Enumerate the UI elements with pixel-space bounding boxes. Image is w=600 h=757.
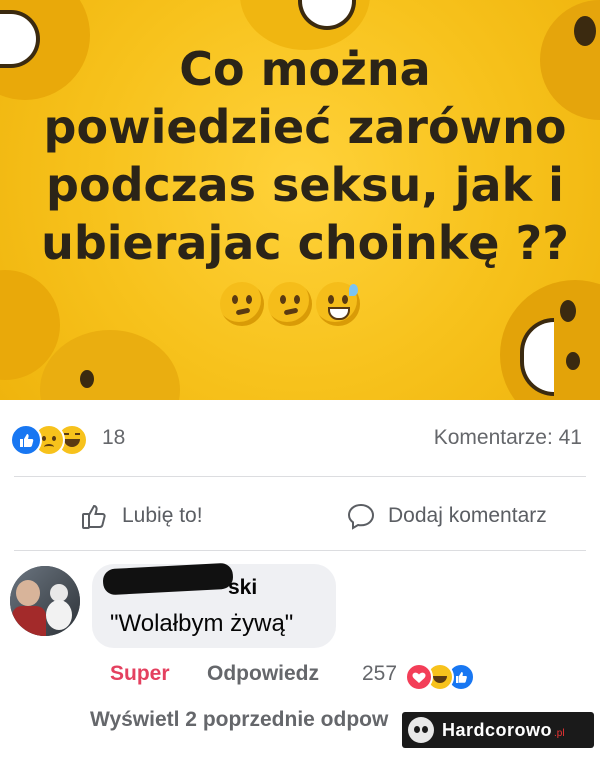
watermark-logo: Hardcorowo .pl xyxy=(402,712,594,748)
divider xyxy=(14,476,586,477)
thumbs-up-icon xyxy=(82,504,106,529)
post-text: Co można powiedzieć zarówno podczas seks… xyxy=(40,40,570,272)
emoji-eye-icon xyxy=(574,16,596,46)
post-text-line: powiedzieć zarówno xyxy=(43,100,567,154)
thinking-face-icon xyxy=(220,282,264,326)
reactions-summary[interactable]: 18 Komentarze: 41 xyxy=(0,418,600,458)
view-previous-replies-link[interactable]: Wyświetl 2 poprzednie odpow xyxy=(90,708,420,732)
add-comment-button[interactable]: Dodaj komentarz xyxy=(346,496,547,536)
reaction-count[interactable]: 18 xyxy=(102,426,125,450)
post-text-line: podczas seksu, jak i xyxy=(46,158,564,212)
comment-author[interactable]: ski xyxy=(228,576,257,600)
comment-reaction-count[interactable]: 257 xyxy=(362,662,397,686)
like-button[interactable]: Lubię to! xyxy=(80,496,203,536)
comment-icon xyxy=(347,503,375,530)
like-reaction-icon xyxy=(10,424,42,456)
grinning-sweat-face-icon xyxy=(316,282,360,326)
emoji-eye-icon xyxy=(80,370,94,388)
love-reaction-icon xyxy=(405,663,433,691)
like-button-label: Lubię to! xyxy=(122,504,203,527)
post-text-line: Co można xyxy=(179,42,431,96)
divider xyxy=(14,550,586,551)
thinking-face-icon xyxy=(268,282,312,326)
watermark-brand: Hardcorowo xyxy=(442,719,553,740)
comments-count[interactable]: Komentarze: 41 xyxy=(434,426,582,450)
comment-reaction-icons[interactable] xyxy=(405,663,475,691)
comment-text: "Wolałbym żywą" xyxy=(110,610,294,637)
post-text-line: ubierajac choinkę ?? xyxy=(41,216,569,270)
skull-icon xyxy=(408,717,434,743)
background-emoji-icon xyxy=(40,330,180,400)
post-emoji-row xyxy=(220,282,360,326)
reply-button[interactable]: Odpowiedz xyxy=(207,662,319,692)
avatar[interactable] xyxy=(10,566,80,636)
add-comment-label: Dodaj komentarz xyxy=(388,504,547,527)
comment-reaction-button[interactable]: Super xyxy=(110,662,170,692)
watermark-tld: .pl xyxy=(554,727,565,739)
emoji-eye-icon xyxy=(566,352,580,370)
emoji-eye-icon xyxy=(560,300,576,322)
reaction-icons[interactable] xyxy=(10,424,88,456)
post-image[interactable]: Co można powiedzieć zarówno podczas seks… xyxy=(0,0,600,400)
